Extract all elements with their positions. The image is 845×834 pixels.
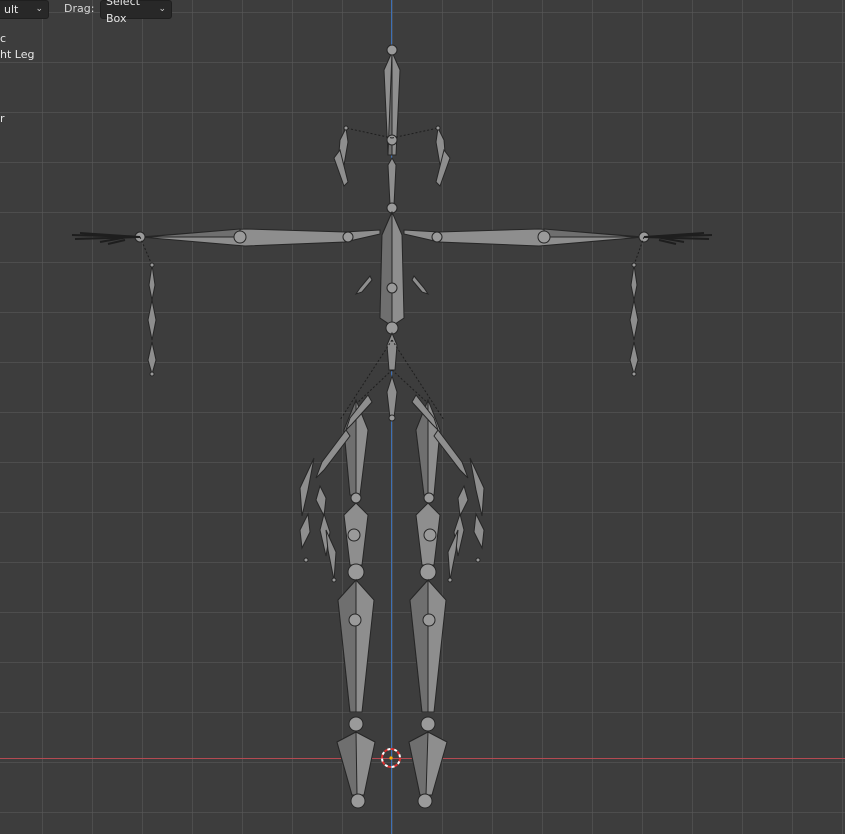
armature[interactable]: .bone { fill: #8e8e8e; stroke: #262626; … — [0, 0, 845, 834]
left-leg-bones[interactable] — [299, 394, 376, 809]
overlay-active-bone: ht Leg — [0, 48, 35, 61]
spine-bones[interactable] — [379, 44, 405, 422]
left-arm-bones[interactable] — [71, 228, 381, 377]
3d-cursor-icon[interactable] — [381, 748, 401, 768]
viewport-header: ult ⌄ Drag: Select Box ⌄ — [0, 0, 845, 25]
right-arm-bones[interactable] — [403, 228, 713, 377]
overlay-line-3: r — [0, 112, 5, 125]
chevron-down-icon: ⌄ — [35, 4, 43, 14]
overlay-line-1: c — [0, 32, 7, 45]
drag-dropdown-value: Select Box — [106, 0, 140, 25]
drag-label: Drag: — [64, 2, 95, 15]
orientation-dropdown[interactable]: ult ⌄ — [0, 0, 49, 19]
orientation-dropdown-value: ult — [4, 3, 19, 16]
drag-select-dropdown[interactable]: Select Box ⌄ — [100, 0, 172, 25]
3d-viewport[interactable]: .bone { fill: #8e8e8e; stroke: #262626; … — [0, 0, 845, 834]
right-leg-bones[interactable] — [408, 394, 485, 809]
chevron-down-icon: ⌄ — [158, 4, 166, 14]
